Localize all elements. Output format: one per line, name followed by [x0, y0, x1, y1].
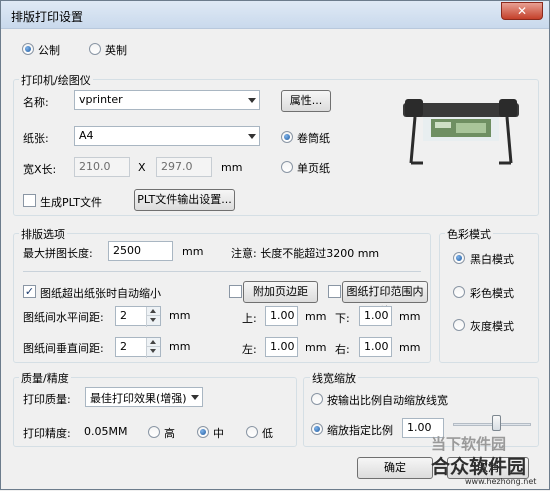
- max-length-unit: mm: [182, 245, 204, 258]
- print-quality-select[interactable]: 最佳打印效果(增强): [85, 387, 203, 407]
- layout-group-title: 排版选项: [19, 226, 67, 242]
- chevron-down-icon: [191, 395, 199, 400]
- plotter-image: [403, 99, 519, 165]
- add-margin-button[interactable]: 附加页边距: [243, 281, 318, 303]
- spin-up-icon[interactable]: [147, 338, 160, 347]
- layout-divider: [23, 271, 421, 272]
- single-sheet-radio[interactable]: [281, 161, 293, 173]
- h-spacing-spin[interactable]: [146, 307, 160, 327]
- top-margin-label: 上:: [242, 312, 257, 325]
- v-spacing-stepper[interactable]: 2: [115, 337, 161, 358]
- watermark-url: www.hezhong.net: [465, 477, 537, 486]
- window-title: 排版打印设置: [11, 10, 84, 24]
- chevron-down-icon: [248, 98, 256, 103]
- close-button[interactable]: ✕: [501, 2, 543, 20]
- auto-scale-radio[interactable]: [311, 393, 323, 405]
- precision-value: 0.05MM: [84, 425, 128, 438]
- add-margin-checkbox[interactable]: [229, 285, 242, 298]
- top-margin-input[interactable]: 1.00: [265, 306, 298, 326]
- fixed-scale-label: 缩放指定比例: [327, 424, 393, 437]
- auto-shrink-checkbox[interactable]: ✓: [23, 285, 36, 298]
- right-margin-label: 右:: [335, 343, 350, 356]
- roll-paper-label: 卷筒纸: [297, 132, 330, 145]
- print-settings-dialog: 排版打印设置 ✕ 公制 英制 打印机/绘图仪 名称: vprinter 属性..…: [0, 0, 550, 490]
- h-spacing-stepper[interactable]: 2: [115, 306, 161, 327]
- quality-group-title: 质量/精度: [19, 370, 71, 386]
- chevron-down-icon: [248, 134, 256, 139]
- precision-medium-label: 中: [213, 427, 224, 440]
- print-quality-label: 打印质量:: [23, 393, 71, 406]
- watermark-brand: 当下软件园: [431, 435, 507, 453]
- precision-low-radio[interactable]: [246, 426, 258, 438]
- paper-width-input[interactable]: 210.0: [74, 157, 130, 177]
- spin-up-icon[interactable]: [147, 307, 160, 316]
- paper-select[interactable]: A4: [74, 126, 260, 146]
- paper-height-input[interactable]: 297.0: [156, 157, 212, 177]
- right-margin-input[interactable]: 1.00: [359, 337, 392, 357]
- print-quality-value: 最佳打印效果(增强): [90, 392, 187, 405]
- top-margin-unit: mm: [305, 310, 327, 323]
- size-x-separator: X: [138, 161, 146, 174]
- h-spacing-label: 图纸间水平间距:: [23, 311, 104, 324]
- bottom-margin-input[interactable]: 1.00: [359, 306, 392, 326]
- paper-label: 纸张:: [23, 132, 49, 145]
- title-bar[interactable]: 排版打印设置 ✕: [1, 1, 549, 29]
- properties-button[interactable]: 属性...: [281, 90, 331, 112]
- gray-mode-label: 灰度模式: [470, 320, 514, 333]
- v-spacing-unit: mm: [169, 340, 191, 353]
- fixed-scale-radio[interactable]: [311, 423, 323, 435]
- spin-down-icon[interactable]: [147, 347, 160, 356]
- printer-name-value: vprinter: [79, 93, 123, 106]
- bottom-margin-label: 下:: [335, 312, 350, 325]
- inner-shrink-checkbox[interactable]: [328, 285, 341, 298]
- roll-paper-radio[interactable]: [281, 131, 293, 143]
- precision-high-radio[interactable]: [148, 426, 160, 438]
- imperial-radio[interactable]: [89, 43, 101, 55]
- paper-value: A4: [79, 129, 94, 142]
- scale-slider-thumb[interactable]: [491, 415, 501, 431]
- right-margin-unit: mm: [399, 341, 421, 354]
- auto-scale-label: 按输出比例自动缩放线宽: [327, 394, 448, 407]
- auto-shrink-label: 图纸超出纸张时自动缩小: [40, 287, 161, 300]
- printer-name-label: 名称:: [23, 96, 49, 109]
- metric-label: 公制: [38, 44, 60, 57]
- bw-mode-label: 黑白模式: [470, 253, 514, 266]
- size-unit: mm: [221, 161, 243, 174]
- left-margin-unit: mm: [305, 341, 327, 354]
- left-margin-input[interactable]: 1.00: [265, 337, 298, 357]
- printer-group-title: 打印机/绘图仪: [19, 72, 93, 88]
- gray-mode-radio[interactable]: [453, 319, 465, 331]
- max-length-note: 注意: 长度不能超过3200 mm: [231, 247, 380, 260]
- precision-medium-radio[interactable]: [197, 426, 209, 438]
- generate-plt-label: 生成PLT文件: [40, 196, 102, 209]
- inner-shrink-button[interactable]: 图纸打印范围内缩: [342, 281, 428, 318]
- max-length-input[interactable]: 2500: [108, 241, 173, 261]
- bw-mode-radio[interactable]: [453, 252, 465, 264]
- single-sheet-label: 单页纸: [297, 162, 330, 175]
- left-margin-label: 左:: [242, 343, 257, 356]
- max-length-label: 最大拼图长度:: [23, 247, 93, 260]
- precision-high-label: 高: [164, 427, 175, 440]
- v-spacing-label: 图纸间垂直间距:: [23, 342, 104, 355]
- spin-down-icon[interactable]: [147, 316, 160, 325]
- precision-label: 打印精度:: [23, 427, 71, 440]
- watermark-logo: 当下软件园 合众软件园 www.hezhong.net: [419, 433, 550, 491]
- imperial-label: 英制: [105, 44, 127, 57]
- v-spacing-value: 2: [120, 340, 127, 353]
- size-label: 宽X长:: [23, 163, 57, 176]
- line-width-group-title: 线宽缩放: [310, 370, 358, 386]
- generate-plt-checkbox[interactable]: [23, 194, 36, 207]
- color-mode-radio[interactable]: [453, 286, 465, 298]
- printer-name-select[interactable]: vprinter: [74, 90, 260, 110]
- h-spacing-value: 2: [120, 309, 127, 322]
- h-spacing-unit: mm: [169, 309, 191, 322]
- metric-radio[interactable]: [22, 43, 34, 55]
- color-mode-group-title: 色彩模式: [445, 226, 493, 242]
- watermark-site: 合众软件园: [431, 456, 527, 478]
- plt-settings-button[interactable]: PLT文件输出设置...: [134, 189, 235, 211]
- precision-low-label: 低: [262, 427, 273, 440]
- v-spacing-spin[interactable]: [146, 338, 160, 358]
- bottom-margin-unit: mm: [399, 310, 421, 323]
- color-mode-label: 彩色模式: [470, 287, 514, 300]
